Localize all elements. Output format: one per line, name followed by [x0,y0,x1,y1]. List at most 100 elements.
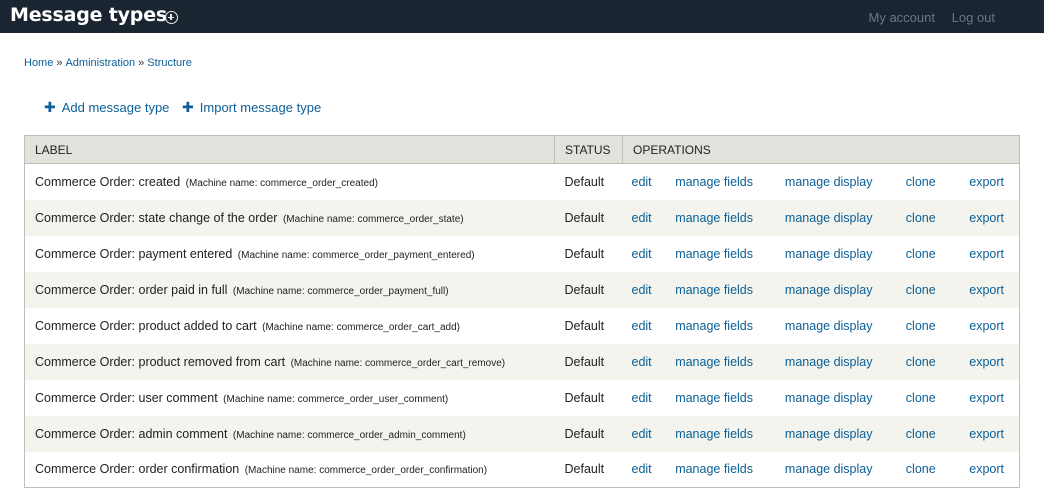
status-cell: Default [564,354,605,369]
status-cell: Default [564,390,605,405]
manage-fields-link[interactable]: manage fields [675,391,753,405]
operation-cell: manage display [776,272,897,308]
status-cell: Default [564,282,605,297]
breadcrumb-administration[interactable]: Administration [65,57,135,69]
edit-link[interactable]: edit [632,427,652,441]
manage-fields-link[interactable]: manage fields [675,319,753,333]
message-type-label: Commerce Order: product removed from car… [35,354,286,369]
manage-fields-link[interactable]: manage fields [675,247,753,261]
export-link[interactable]: export [969,247,1004,261]
label-column-header: LABEL [24,135,555,164]
clone-link[interactable]: clone [906,247,936,261]
export-link[interactable]: export [969,462,1004,476]
breadcrumb-separator: » [56,57,63,69]
manage-display-link[interactable]: manage display [785,283,873,297]
machine-name: (Machine name: commerce_order_cart_remov… [290,357,506,369]
manage-display-link[interactable]: manage display [785,175,873,189]
operation-cell: manage fields [666,272,776,308]
import-message-type-label: Import message type [199,100,322,115]
export-link[interactable]: export [969,355,1004,369]
operation-cell: export [952,272,1020,308]
edit-link[interactable]: edit [632,319,652,333]
machine-name: (Machine name: commerce_order_created) [185,177,378,189]
operation-cell: clone [897,164,952,200]
clone-link[interactable]: clone [906,391,936,405]
table-body: Commerce Order: created (Machine name: c… [24,163,1020,488]
manage-display-link[interactable]: manage display [785,319,873,333]
manage-display-link[interactable]: manage display [785,211,873,225]
manage-display-link[interactable]: manage display [785,427,873,441]
operation-cell: edit [623,200,667,236]
manage-display-link[interactable]: manage display [785,247,873,261]
table-row: Commerce Order: order confirmation (Mach… [24,451,1020,488]
admin-header: Message types My account Log out [0,0,1044,33]
edit-link[interactable]: edit [632,462,652,476]
manage-display-link[interactable]: manage display [785,391,873,405]
add-message-type-link[interactable]: ✚ Add message type [44,99,169,116]
status-cell: Default [564,174,605,189]
operation-cell: manage fields [666,344,776,380]
table-row: Commerce Order: order paid in full (Mach… [24,271,1020,308]
plus-icon: ✚ [182,99,194,115]
machine-name: (Machine name: commerce_order_payment_en… [237,249,475,261]
manage-display-link[interactable]: manage display [785,355,873,369]
edit-link[interactable]: edit [632,391,652,405]
operation-cell: manage display [776,308,897,344]
operation-cell: clone [897,200,952,236]
operation-cell: manage fields [666,236,776,272]
manage-fields-link[interactable]: manage fields [675,283,753,297]
operation-cell: export [952,200,1020,236]
import-message-type-link[interactable]: ✚ Import message type [182,99,321,116]
clone-link[interactable]: clone [906,175,936,189]
export-link[interactable]: export [969,427,1004,441]
breadcrumb-home[interactable]: Home [24,57,53,69]
clone-link[interactable]: clone [906,283,936,297]
my-account-link[interactable]: My account [869,10,935,25]
clone-link[interactable]: clone [906,427,936,441]
operation-cell: clone [897,452,952,488]
message-type-label: Commerce Order: order confirmation [35,462,240,477]
manage-fields-link[interactable]: manage fields [675,427,753,441]
machine-name: (Machine name: commerce_order_cart_add) [262,321,460,333]
export-link[interactable]: export [969,211,1004,225]
manage-display-link[interactable]: manage display [785,462,873,476]
export-link[interactable]: export [969,175,1004,189]
table-row: Commerce Order: payment entered (Machine… [24,235,1020,272]
message-type-label: Commerce Order: order paid in full [35,282,228,297]
operation-cell: clone [897,236,952,272]
manage-fields-link[interactable]: manage fields [675,211,753,225]
clone-link[interactable]: clone [906,462,936,476]
operation-cell: clone [897,416,952,452]
edit-link[interactable]: edit [632,211,652,225]
manage-fields-link[interactable]: manage fields [675,175,753,189]
status-cell: Default [564,318,605,333]
user-links: My account Log out [856,10,995,25]
operation-cell: manage fields [666,164,776,200]
export-link[interactable]: export [969,391,1004,405]
edit-link[interactable]: edit [632,283,652,297]
message-type-label: Commerce Order: state change of the orde… [35,210,278,225]
manage-fields-link[interactable]: manage fields [675,355,753,369]
operation-cell: manage display [776,344,897,380]
clone-link[interactable]: clone [906,355,936,369]
clone-link[interactable]: clone [906,319,936,333]
operations-column-header: OPERATIONS [622,135,1020,164]
action-links: ✚ Add message type ✚ Import message type [44,99,330,116]
edit-link[interactable]: edit [632,247,652,261]
clone-link[interactable]: clone [906,211,936,225]
edit-link[interactable]: edit [632,175,652,189]
breadcrumb-structure[interactable]: Structure [147,57,192,69]
label-cell: Commerce Order: order confirmation (Mach… [25,452,555,488]
export-link[interactable]: export [969,319,1004,333]
add-shortcut-icon[interactable] [165,11,178,24]
status-cell: Default [564,462,605,477]
operation-cell: export [952,380,1020,416]
message-type-label: Commerce Order: payment entered [35,246,233,261]
logout-link[interactable]: Log out [952,10,995,25]
operation-cell: manage display [776,416,897,452]
manage-fields-link[interactable]: manage fields [675,462,753,476]
edit-link[interactable]: edit [632,355,652,369]
operation-cell: export [952,416,1020,452]
export-link[interactable]: export [969,283,1004,297]
machine-name: (Machine name: commerce_order_admin_comm… [232,429,466,441]
